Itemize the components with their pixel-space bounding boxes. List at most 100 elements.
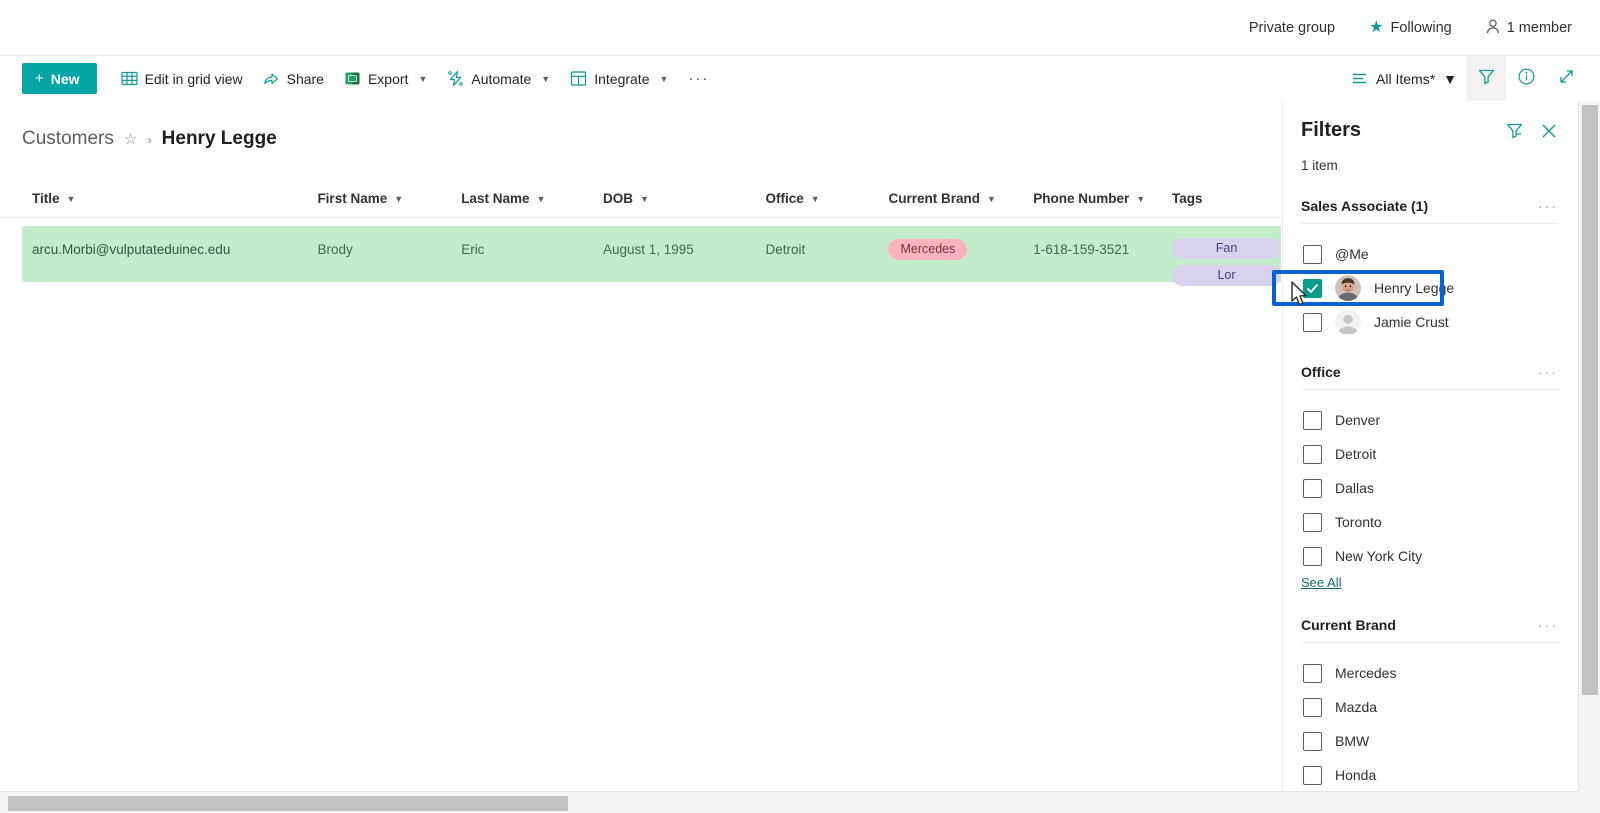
checkbox-icon[interactable]: [1303, 663, 1322, 683]
filter-pane-toggle-button[interactable]: [1466, 56, 1506, 101]
breadcrumb: Customers ☆ › Henry Legge: [22, 128, 277, 150]
filter-option-list: Mercedes Mazda BMW Honda: [1301, 656, 1558, 792]
column-header-last-name[interactable]: Last Name ▼: [451, 180, 593, 218]
privacy-text: Private group: [1248, 19, 1336, 36]
filter-group-header: Office ···: [1301, 364, 1558, 390]
filter-option-detroit[interactable]: Detroit: [1301, 437, 1558, 471]
view-label: All Items*: [1376, 70, 1436, 87]
star-outline-icon[interactable]: ☆: [124, 130, 137, 148]
chevron-down-icon: ▼: [1136, 193, 1146, 204]
column-header-label: First Name: [317, 191, 388, 206]
filter-group-title: Current Brand: [1301, 617, 1396, 633]
export-label: Export: [367, 70, 409, 87]
grid-icon: [120, 70, 138, 87]
chevron-down-icon: ▼: [987, 193, 996, 204]
column-header-row: Title ▼ First Name ▼ Last Name ▼ DOB ▼ O…: [0, 180, 1281, 218]
filter-group-title: Office: [1301, 364, 1341, 380]
checkbox-icon[interactable]: [1303, 731, 1322, 751]
filter-group-more-button[interactable]: ···: [1538, 365, 1558, 379]
filter-option-mercedes[interactable]: Mercedes: [1301, 656, 1558, 690]
vertical-scrollbar-thumb[interactable]: [1582, 105, 1598, 695]
scroll-left-arrow-icon[interactable]: [0, 792, 8, 813]
integrate-button[interactable]: Integrate ▼: [560, 60, 678, 98]
chevron-down-icon: ▼: [66, 193, 76, 204]
following-button[interactable]: ★ Following: [1369, 18, 1452, 36]
command-bar: + New Edit in grid view Share Export ▼ A…: [0, 56, 1600, 101]
view-selector-button[interactable]: All Items* ▼: [1342, 60, 1466, 98]
checkbox-icon[interactable]: [1303, 478, 1322, 498]
members-label: 1 member: [1506, 19, 1572, 36]
checkbox-icon[interactable]: [1303, 546, 1322, 566]
column-header-current-brand[interactable]: Current Brand ▼: [878, 180, 1023, 218]
filter-option-honda[interactable]: Honda: [1301, 758, 1558, 792]
automate-button[interactable]: Automate ▼: [437, 60, 560, 98]
column-header-label: Tags: [1172, 191, 1203, 206]
horizontal-scrollbar[interactable]: [0, 791, 1578, 813]
checkbox-icon[interactable]: [1303, 697, 1322, 717]
filters-panel: Filters 1 item Sales Associate (1) ··· @…: [1282, 101, 1578, 813]
column-header-first-name[interactable]: First Name ▼: [307, 180, 451, 218]
checkbox-icon[interactable]: [1303, 410, 1322, 430]
site-header-bar: Private group ★ Following 1 member: [0, 0, 1600, 56]
star-icon: ★: [1369, 18, 1384, 36]
close-icon[interactable]: [1540, 122, 1558, 140]
column-header-label: Office: [765, 191, 804, 206]
details-info-button[interactable]: [1506, 56, 1546, 101]
list-view-icon: [1351, 70, 1368, 87]
horizontal-scrollbar-thumb[interactable]: [8, 796, 568, 811]
automate-icon: [447, 70, 464, 87]
filter-option-bmw[interactable]: BMW: [1301, 724, 1558, 758]
checkbox-icon[interactable]: [1303, 244, 1322, 264]
overflow-ellipsis-icon: ···: [688, 70, 710, 87]
filter-option-label: Honda: [1335, 767, 1377, 783]
column-header-dob[interactable]: DOB ▼: [593, 180, 756, 218]
tag-badge: Fan: [1172, 238, 1281, 259]
filter-option-at-me[interactable]: @Me: [1301, 237, 1558, 271]
cell-current-brand: Mercedes: [878, 226, 1023, 270]
column-header-label: DOB: [602, 191, 633, 206]
avatar: [1335, 275, 1361, 301]
column-header-title[interactable]: Title ▼: [22, 180, 307, 218]
edit-in-grid-view-button[interactable]: Edit in grid view: [111, 60, 253, 98]
export-button[interactable]: Export ▼: [334, 60, 437, 98]
filters-panel-content: Filters 1 item Sales Associate (1) ··· @…: [1283, 101, 1578, 792]
checkbox-icon[interactable]: [1303, 512, 1322, 532]
members-button[interactable]: 1 member: [1486, 19, 1572, 37]
filter-option-toronto[interactable]: Toronto: [1301, 505, 1558, 539]
vertical-scrollbar[interactable]: [1578, 101, 1600, 813]
see-all-link-office[interactable]: See All: [1301, 575, 1341, 590]
more-commands-button[interactable]: ···: [678, 60, 719, 98]
clear-filter-icon[interactable]: [1505, 121, 1524, 140]
checkbox-icon[interactable]: [1303, 765, 1322, 785]
filter-option-list: @Me Henry Legge Jamie Crust: [1301, 237, 1558, 339]
chevron-down-icon: ▼: [810, 193, 820, 204]
person-icon: [1486, 19, 1500, 37]
chevron-down-icon: ▼: [659, 73, 669, 84]
filter-option-denver[interactable]: Denver: [1301, 403, 1558, 437]
command-bar-left: + New Edit in grid view Share Export ▼ A…: [0, 60, 719, 98]
table-row[interactable]: arcu.Morbi@vulputateduinec.edu Brody Eri…: [22, 226, 1281, 286]
filter-group-more-button[interactable]: ···: [1538, 618, 1558, 632]
filter-option-jamie-crust[interactable]: Jamie Crust: [1301, 305, 1558, 339]
filter-option-henry-legge[interactable]: Henry Legge: [1301, 271, 1558, 305]
cell-office: Detroit: [765, 241, 806, 257]
filter-option-label: Dallas: [1335, 480, 1374, 496]
column-header-tags[interactable]: Tags: [1162, 180, 1281, 218]
column-header-phone-number[interactable]: Phone Number ▼: [1023, 180, 1162, 218]
expand-button[interactable]: [1546, 56, 1586, 101]
excel-icon: [344, 70, 361, 87]
command-bar-right: All Items* ▼: [1342, 56, 1600, 101]
checkbox-icon[interactable]: [1303, 312, 1322, 332]
breadcrumb-root-link[interactable]: Customers: [22, 128, 114, 150]
filter-option-new-york-city[interactable]: New York City: [1301, 539, 1558, 573]
filter-group-more-button[interactable]: ···: [1538, 199, 1558, 213]
new-button[interactable]: + New: [22, 63, 97, 94]
filter-option-dallas[interactable]: Dallas: [1301, 471, 1558, 505]
column-header-office[interactable]: Office ▼: [756, 180, 879, 218]
share-button[interactable]: Share: [253, 60, 334, 98]
checkbox-icon[interactable]: [1303, 444, 1322, 464]
breadcrumb-separator: ›: [147, 131, 152, 147]
checkbox-checked-icon[interactable]: [1303, 278, 1322, 298]
filter-option-mazda[interactable]: Mazda: [1301, 690, 1558, 724]
share-label: Share: [286, 70, 324, 87]
